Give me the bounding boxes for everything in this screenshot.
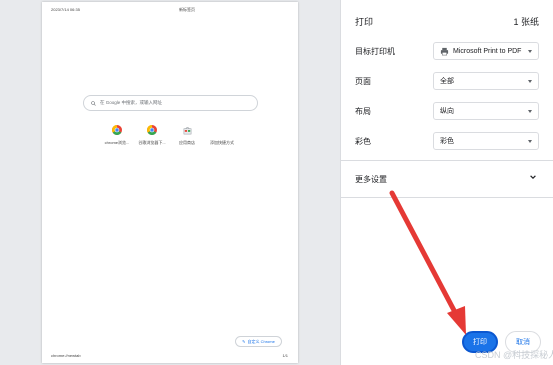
preview-page: 2023/7/14 06:35 新标签页 在 Google 中搜索，或输入网址 … — [42, 2, 298, 363]
sheet-count: 1 张纸 — [513, 17, 539, 27]
chevron-down-icon — [528, 139, 532, 143]
layout-value: 纵向 — [440, 108, 454, 115]
shortcut-label: 添加快捷方式 — [210, 140, 234, 145]
chevron-down-icon — [528, 79, 532, 83]
layout-select[interactable]: 纵向 — [433, 102, 539, 120]
layout-label: 布局 — [355, 107, 371, 116]
color-select[interactable]: 彩色 — [433, 132, 539, 150]
chrome-icon — [146, 124, 158, 136]
shortcut-label: chrome浏览... — [104, 140, 130, 145]
destination-label: 目标打印机 — [355, 47, 395, 56]
customize-label: 自定义 Chrome — [247, 338, 275, 344]
chevron-down-icon[interactable] — [529, 173, 537, 181]
print-settings-panel: 打印 1 张纸 目标打印机 Microsoft Print to PDF 页面 … — [340, 0, 553, 365]
color-label: 彩色 — [355, 137, 371, 146]
shortcut-item: chrome浏览... — [100, 124, 134, 146]
shortcut-item: 谷歌浏览器下... — [135, 124, 169, 146]
footer-url: chrome://newtab — [51, 353, 81, 358]
print-preview-area: 2023/7/14 06:35 新标签页 在 Google 中搜索，或输入网址 … — [0, 0, 340, 365]
shortcut-label: 应用商店 — [179, 140, 195, 145]
web-store-icon — [181, 124, 193, 136]
more-settings-toggle[interactable]: 更多设置 — [355, 174, 387, 185]
search-icon — [91, 100, 96, 106]
divider — [341, 197, 553, 198]
customize-chrome-button: ✎ 自定义 Chrome — [235, 336, 282, 347]
chrome-icon — [111, 124, 123, 136]
shortcut-label: 谷歌浏览器下... — [138, 140, 166, 145]
destination-value: Microsoft Print to PDF — [453, 47, 522, 55]
page-date: 2023/7/14 06:35 — [51, 7, 80, 12]
divider — [341, 160, 553, 161]
destination-select[interactable]: Microsoft Print to PDF — [433, 42, 539, 60]
pages-value: 全部 — [440, 78, 454, 85]
chevron-down-icon — [528, 109, 532, 113]
watermark: CSDN @科技探秘人 — [475, 350, 553, 360]
add-icon — [216, 124, 228, 136]
page-number: 1/1 — [282, 353, 288, 358]
pages-label: 页面 — [355, 77, 371, 86]
page-title: 新标签页 — [179, 7, 195, 12]
panel-title: 打印 — [355, 17, 374, 27]
pencil-icon: ✎ — [242, 339, 246, 344]
pages-select[interactable]: 全部 — [433, 72, 539, 90]
shortcut-item: 添加快捷方式 — [205, 124, 239, 146]
shortcut-item: 应用商店 — [170, 124, 204, 146]
printer-icon — [440, 47, 449, 55]
chevron-down-icon — [528, 49, 532, 53]
color-value: 彩色 — [440, 138, 454, 145]
preview-search-box: 在 Google 中搜索，或输入网址 — [83, 95, 258, 111]
search-placeholder: 在 Google 中搜索，或输入网址 — [100, 100, 163, 105]
